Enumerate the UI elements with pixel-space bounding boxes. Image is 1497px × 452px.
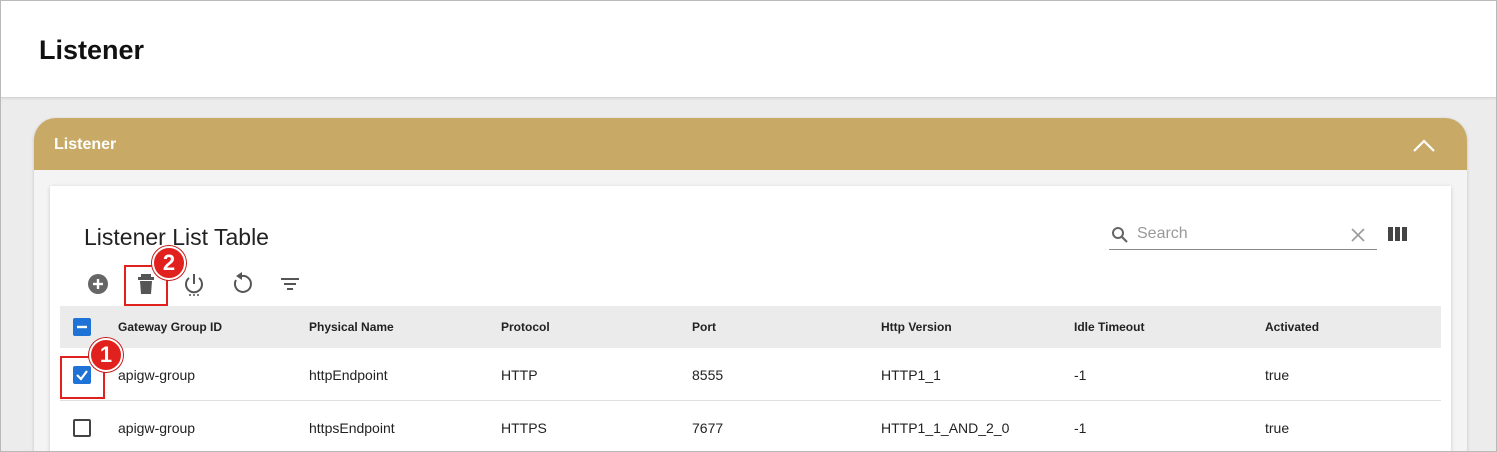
cell-physical-name: httpsEndpoint (309, 420, 395, 436)
cell-protocol: HTTPS (501, 420, 547, 436)
column-header[interactable]: Protocol (501, 320, 550, 334)
cell-http-version: HTTP1_1 (881, 367, 941, 383)
listener-table-card: Listener List Table Search Gateway Group… (50, 186, 1451, 452)
add-circle-icon[interactable] (86, 272, 110, 296)
cell-protocol: HTTP (501, 367, 538, 383)
chevron-up-icon[interactable] (1411, 132, 1437, 158)
clear-icon[interactable] (1350, 227, 1366, 243)
table-header-row: Gateway Group ID Physical Name Protocol … (60, 306, 1441, 348)
callout-badge-one: 1 (89, 338, 123, 372)
page-header: Listener (1, 1, 1496, 98)
refresh-icon[interactable] (230, 272, 254, 296)
cell-activated: true (1265, 367, 1290, 383)
column-header[interactable]: Activated (1265, 320, 1319, 334)
column-header[interactable]: Physical Name (309, 320, 394, 334)
cell-activated: true (1265, 420, 1290, 436)
callout-badge-two: 2 (152, 246, 186, 280)
page-title: Listener (39, 35, 145, 65)
cell-idle-timeout: -1 (1074, 420, 1087, 436)
row-checkbox[interactable] (73, 419, 91, 437)
column-header[interactable]: Gateway Group ID (118, 320, 222, 334)
cell-gateway-group-id: apigw-group (118, 367, 196, 383)
select-all-checkbox[interactable] (73, 318, 91, 336)
cell-gateway-group-id: apigw-group (118, 420, 196, 436)
search-input[interactable] (1137, 222, 1337, 246)
panel-title: Listener (54, 136, 117, 153)
row-checkbox[interactable] (73, 366, 91, 384)
search-icon (1111, 226, 1129, 244)
view-columns-icon[interactable] (1388, 226, 1408, 242)
cell-idle-timeout: -1 (1074, 367, 1087, 383)
cell-http-version: HTTP1_1_AND_2_0 (881, 420, 1010, 436)
cell-physical-name: httpEndpoint (309, 367, 388, 383)
cell-port: 7677 (692, 420, 724, 436)
panel-body: Listener List Table Search Gateway Group… (34, 170, 1467, 452)
delete-icon[interactable] (134, 272, 158, 296)
column-header[interactable]: Port (692, 320, 716, 334)
panel-header[interactable]: Listener (34, 118, 1467, 170)
filter-icon[interactable] (278, 272, 302, 296)
table-row[interactable]: apigw-group httpEndpoint HTTP 8555 HTTP1… (60, 348, 1441, 401)
cell-port: 8555 (692, 367, 724, 383)
table-row[interactable]: apigw-group httpsEndpoint HTTPS 7677 HTT… (60, 401, 1441, 452)
column-header[interactable]: Http Version (881, 320, 952, 334)
listener-panel: Listener Listener List Table Search Gate… (34, 118, 1467, 452)
column-header[interactable]: Idle Timeout (1074, 320, 1144, 334)
power-icon[interactable] (182, 272, 206, 296)
search-box (1109, 220, 1377, 250)
